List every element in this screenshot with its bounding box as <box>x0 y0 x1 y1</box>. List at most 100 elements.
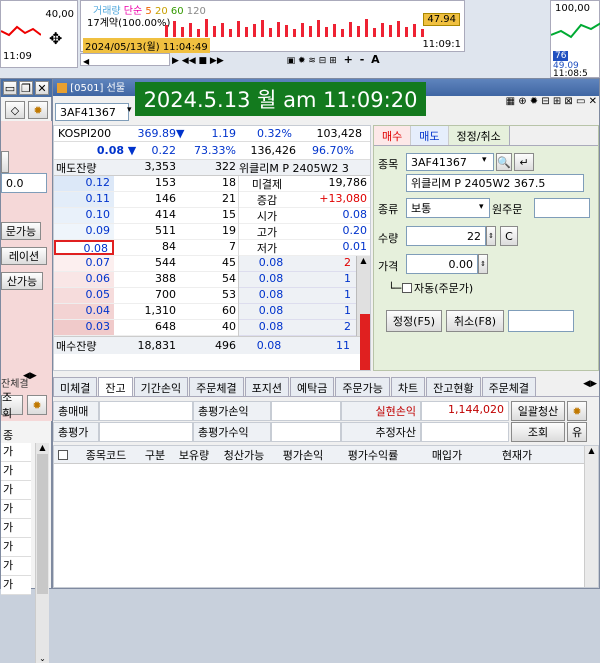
order-code-field[interactable]: 3AF41367 <box>406 153 494 171</box>
tick-scroll-up-icon[interactable]: ▲ <box>357 256 370 265</box>
left-row[interactable]: 가 <box>1 538 31 557</box>
price-field[interactable]: 0.00 <box>406 254 478 274</box>
positions-scroll-up-icon[interactable]: ▲ <box>585 446 598 455</box>
tab-sell[interactable]: 매도 <box>411 126 449 145</box>
balance-gear-icon[interactable]: ✹ <box>567 401 587 421</box>
left-button-2[interactable]: 레이션 <box>1 247 47 265</box>
close-icon[interactable]: ✕ <box>35 81 49 95</box>
close-all-button[interactable]: 일괄청산 <box>511 401 565 421</box>
left-tab-stub[interactable] <box>1 151 9 173</box>
scroll-left-icon[interactable]: ◀ <box>81 57 89 66</box>
select-all-checkbox[interactable] <box>58 449 68 460</box>
tab-balance-status[interactable]: 잔고현황 <box>426 377 481 396</box>
buy-row[interactable]: 0.04 1,310 60 <box>54 304 238 320</box>
buy-price[interactable]: 0.07 <box>54 256 114 271</box>
sell-row[interactable]: 0.08 84 7 <box>54 240 238 256</box>
modify-button[interactable]: 정정(F5) <box>386 310 442 332</box>
search-icon[interactable]: 🔍 <box>496 153 512 171</box>
buy-price[interactable]: 0.03 <box>54 320 114 335</box>
sell-price-current[interactable]: 0.08 <box>54 240 114 255</box>
order-code-dropdown-icon[interactable]: ▾ <box>482 155 487 165</box>
buy-price[interactable]: 0.04 <box>54 304 114 319</box>
gear-icon[interactable]: ✹ <box>28 101 48 119</box>
font-size-button[interactable]: A <box>371 53 380 66</box>
left-row[interactable]: 가 <box>1 519 31 538</box>
qty-spinner[interactable]: ⇕ <box>486 226 496 246</box>
code-dropdown-icon[interactable]: ▾ <box>127 105 132 115</box>
left-query-button[interactable]: 조회 <box>1 391 23 420</box>
buy-price[interactable]: 0.05 <box>54 288 114 303</box>
stop-icon[interactable]: ■ <box>199 56 208 66</box>
drag-cursor-icon[interactable]: ✥ <box>49 29 62 48</box>
left-scrollbar[interactable]: ▲ ⌄ <box>35 443 49 663</box>
link-icon[interactable]: ↵ <box>514 153 534 171</box>
buy-row[interactable]: 0.05 700 53 <box>54 288 238 304</box>
tick-row: 0.08 1 <box>239 288 356 304</box>
sell-row[interactable]: 0.12 153 18 <box>54 176 238 192</box>
tab-scroll-icon[interactable]: ◀▶ <box>583 379 597 389</box>
rewind-icon[interactable]: ◀◀ <box>182 56 196 66</box>
sell-price[interactable]: 0.11 <box>54 192 114 207</box>
buy-price[interactable]: 0.06 <box>54 272 114 287</box>
positions-scrollbar[interactable]: ▲ <box>584 446 598 587</box>
sell-row[interactable]: 0.09 511 19 <box>54 224 238 240</box>
tab-modify-cancel[interactable]: 정정/취소 <box>448 126 510 145</box>
code-select[interactable]: 3AF41367 <box>55 103 129 121</box>
qty-c-button[interactable]: C <box>500 226 518 246</box>
cancel-button[interactable]: 취소(F8) <box>446 310 504 332</box>
tab-period-pl[interactable]: 기간손익 <box>133 377 189 396</box>
left-row[interactable]: 가 <box>1 443 31 462</box>
tab-deposit[interactable]: 예탁금 <box>289 377 335 396</box>
left-tab-scroll-icon[interactable]: ◀▶ <box>23 371 49 385</box>
query-button[interactable]: 조회 <box>511 422 565 442</box>
qty-field[interactable]: 22 <box>406 226 486 246</box>
order-type-dropdown-icon[interactable]: ▾ <box>479 202 484 212</box>
zoom-in-button[interactable]: + <box>344 53 353 66</box>
tab-chart[interactable]: 차트 <box>390 377 426 396</box>
sell-price[interactable]: 0.10 <box>54 208 114 223</box>
info-label: 시가 <box>256 210 278 223</box>
tab-balance[interactable]: 잔고 <box>98 377 133 396</box>
left-row[interactable]: 가 <box>1 500 31 519</box>
left-row[interactable]: 가 <box>1 462 31 481</box>
sell-row[interactable]: 0.11 146 21 <box>54 192 238 208</box>
forward-icon[interactable]: ▶▶ <box>210 56 224 66</box>
left-row[interactable]: 가 <box>1 576 31 595</box>
left-row[interactable]: 가 <box>1 481 31 500</box>
tab-position[interactable]: 포지션 <box>244 377 289 396</box>
extra-button[interactable]: 유 <box>567 422 587 442</box>
order-note-field[interactable] <box>508 310 574 332</box>
tab-order-fill-2[interactable]: 주문체결 <box>481 377 537 396</box>
sell-price[interactable]: 0.12 <box>54 176 114 191</box>
minimize-icon[interactable]: ▭ <box>3 81 17 95</box>
left-value-field[interactable]: 0.0 <box>1 173 47 193</box>
sell-price[interactable]: 0.09 <box>54 224 114 239</box>
left-button-3[interactable]: 산가능 <box>1 272 43 290</box>
play-icon[interactable]: ▶ <box>172 56 179 66</box>
scroll-thumb[interactable] <box>37 454 48 594</box>
tool-icons[interactable]: ▣ ✹ ≋ ⊟ ⊞ <box>287 56 337 66</box>
chart-scrollbar[interactable]: ◀ <box>80 53 170 66</box>
restore-icon[interactable]: ❐ <box>19 81 33 95</box>
tab-buy[interactable]: 매수 <box>374 126 412 145</box>
left-row[interactable]: 가 <box>1 557 31 576</box>
buy-row[interactable]: 0.07 544 45 <box>54 256 238 272</box>
sell-rows: 0.12 153 18 0.11 146 21 0.10 414 15 0.09… <box>54 176 370 256</box>
tab-unfilled[interactable]: 미체결 <box>53 377 98 396</box>
buy-row[interactable]: 0.06 388 54 <box>54 272 238 288</box>
scroll-up-icon[interactable]: ▲ <box>36 443 49 452</box>
buy-row[interactable]: 0.03 648 40 <box>54 320 238 336</box>
scroll-down-icon[interactable]: ⌄ <box>36 654 49 663</box>
left-gear-icon[interactable]: ✹ <box>27 395 47 415</box>
left-button-1[interactable]: 문가능 <box>1 222 41 240</box>
price-spinner[interactable]: ⇕ <box>478 254 488 274</box>
orig-order-field[interactable] <box>534 198 590 218</box>
zoom-out-button[interactable]: - <box>360 53 365 66</box>
tab-order-fill[interactable]: 주문체결 <box>189 377 244 396</box>
sell-row[interactable]: 0.10 414 15 <box>54 208 238 224</box>
auto-price-checkbox[interactable] <box>402 283 412 293</box>
toolbar-icons[interactable]: ▦ ⊕ ✹ ⊟ ⊞ ⊠ ▭ ✕ <box>506 96 597 107</box>
eraser-icon[interactable]: ◇ <box>5 101 25 119</box>
order-type-select[interactable]: 보통 <box>406 198 490 218</box>
tab-orderable[interactable]: 주문가능 <box>335 377 390 396</box>
